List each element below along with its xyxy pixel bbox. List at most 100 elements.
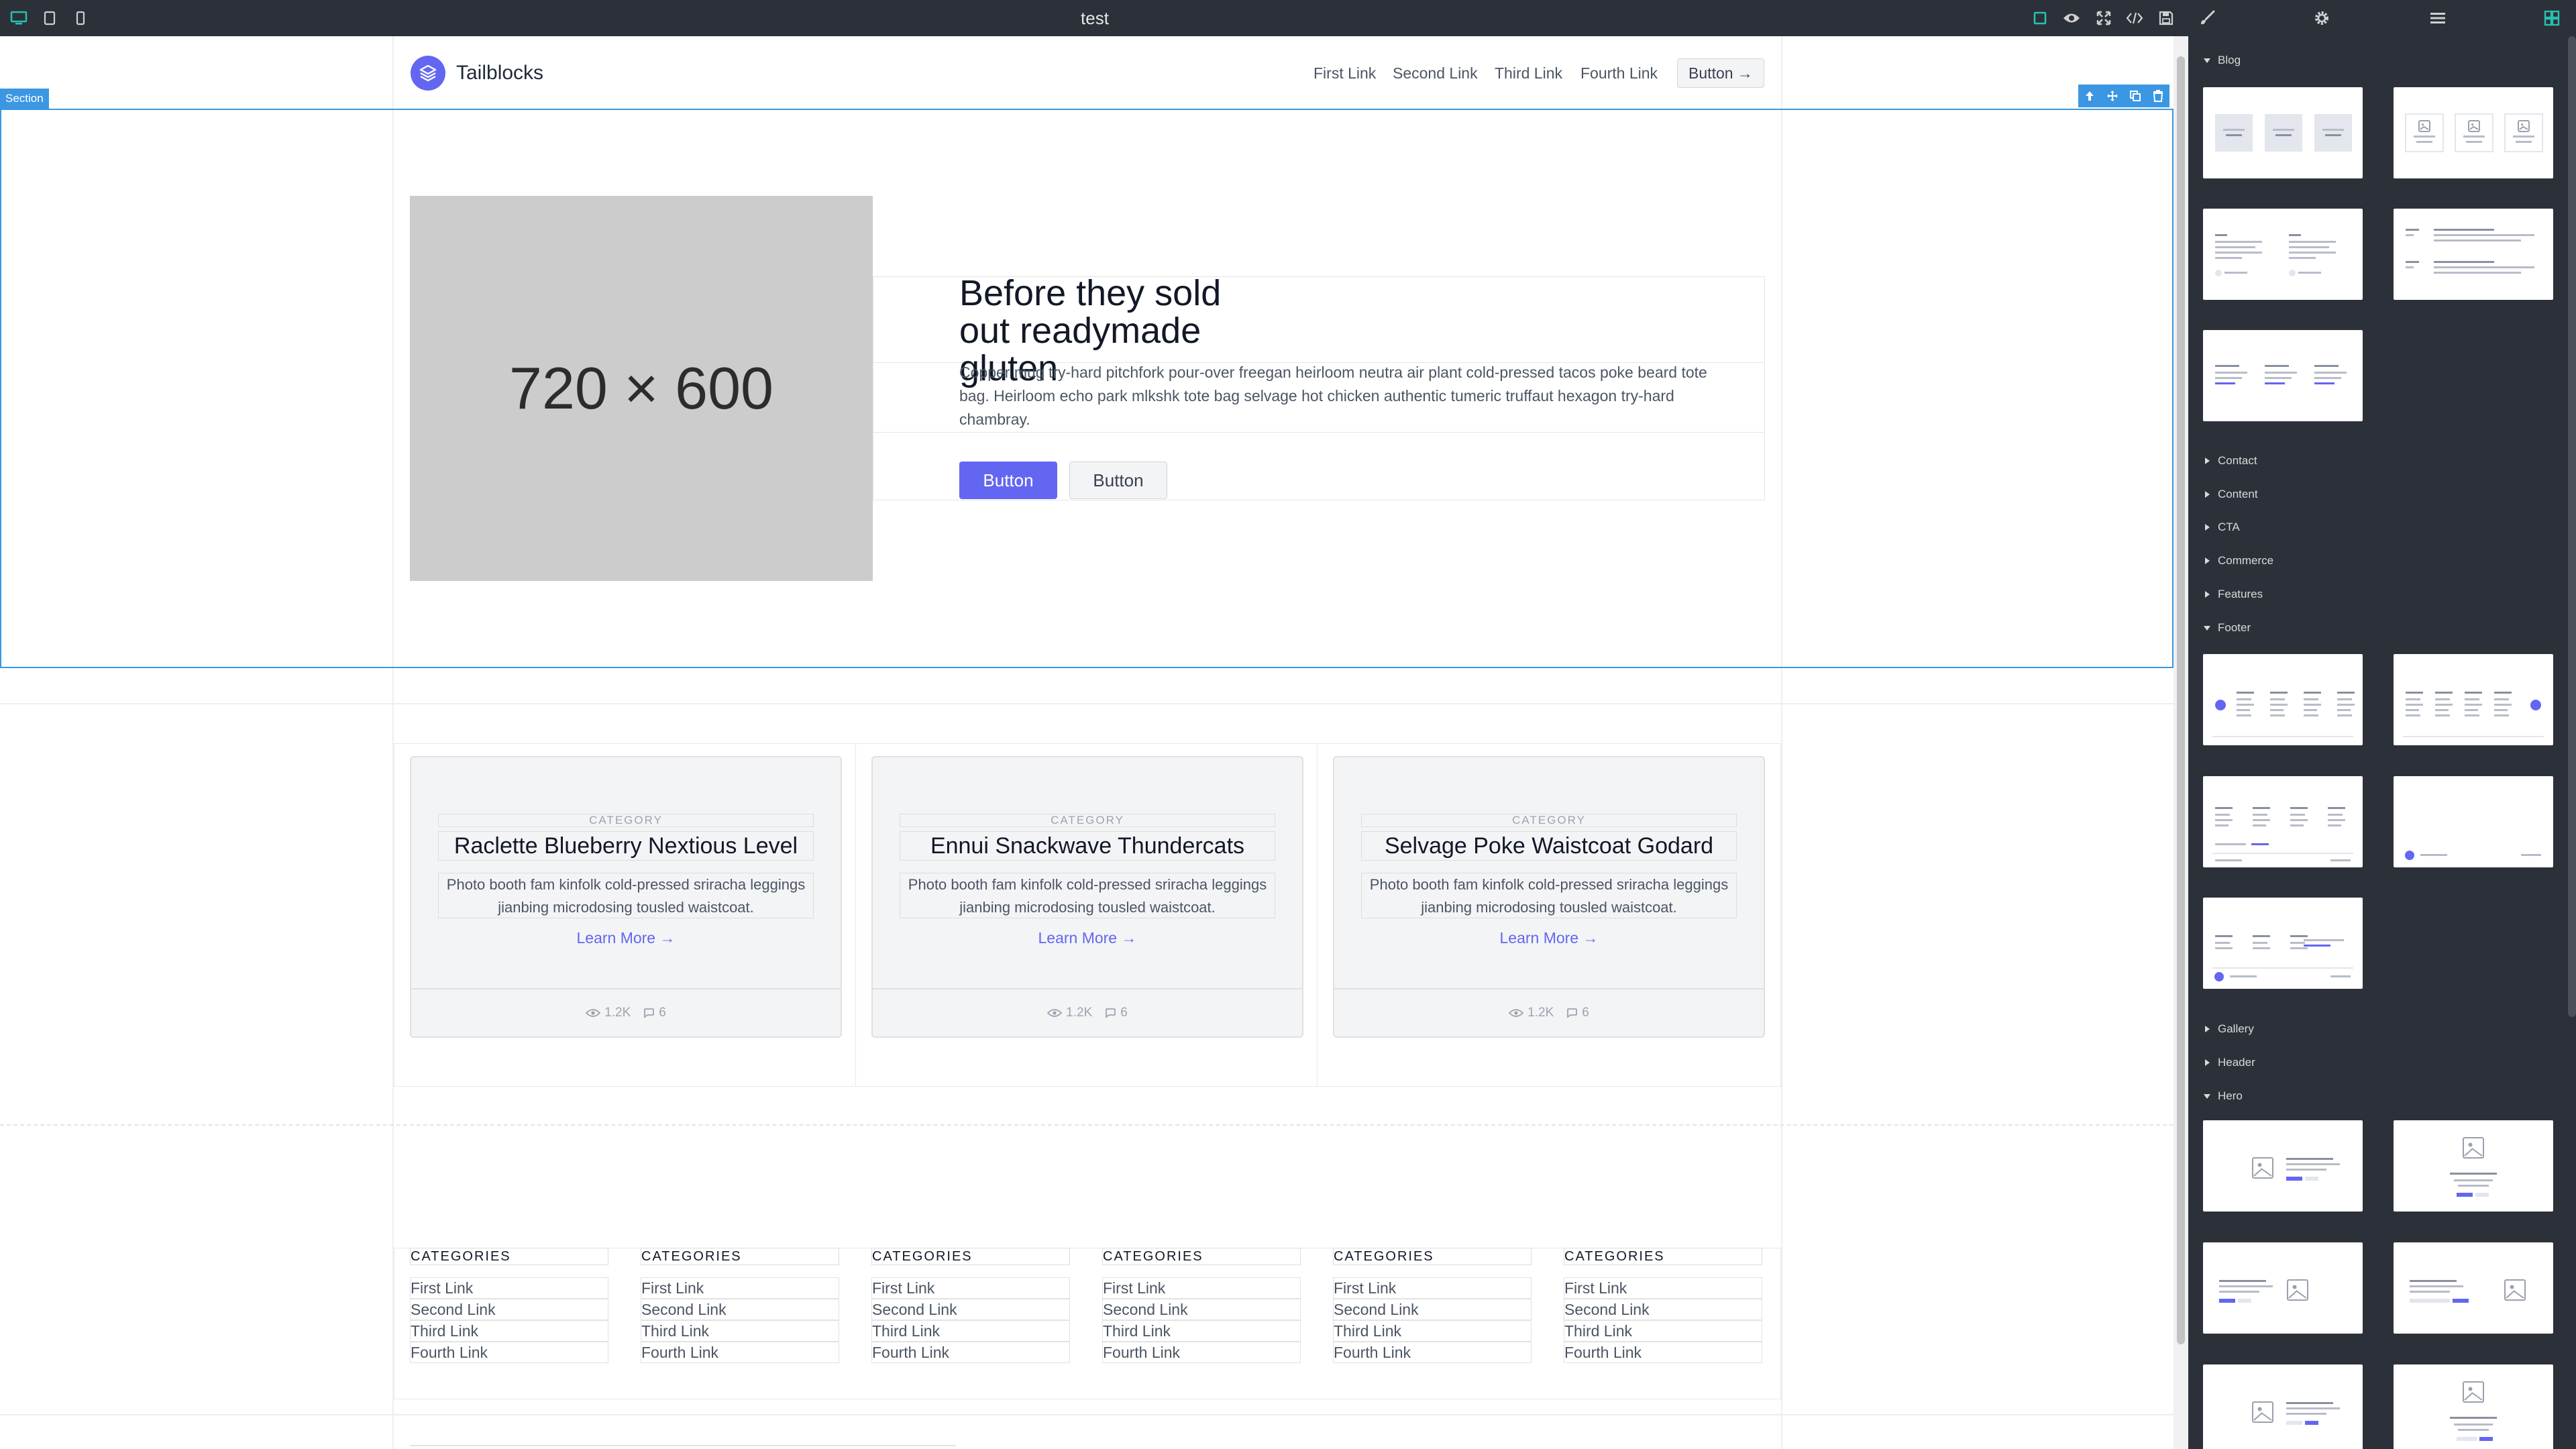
desktop-icon[interactable] — [9, 9, 28, 28]
footer-link[interactable]: First Link — [641, 1277, 839, 1299]
footer-link[interactable]: First Link — [410, 1277, 608, 1299]
editor-canvas[interactable]: Tailblocks First Link Second Link Third … — [0, 36, 2188, 1449]
block-category-commerce[interactable]: Commerce — [2203, 553, 2273, 568]
learn-more-link[interactable]: Learn More → — [411, 926, 841, 949]
footer-link[interactable]: First Link — [1333, 1277, 1532, 1299]
card-title[interactable]: Raclette Blueberry Nextious Level — [438, 831, 814, 861]
card-title[interactable]: Ennui Snackwave Thundercats — [900, 831, 1275, 861]
block-thumbnail-hero6[interactable] — [2394, 1364, 2553, 1449]
blog-card[interactable]: CATEGORY Raclette Blueberry Nextious Lev… — [410, 756, 842, 1038]
card-text[interactable]: Photo booth fam kinfolk cold-pressed sri… — [1361, 873, 1737, 918]
block-category-footer[interactable]: Footer — [2203, 621, 2251, 635]
block-thumbnail-foot5[interactable] — [2203, 898, 2363, 989]
block-category-label: Contact — [2218, 454, 2257, 467]
views-stat: 1.2K — [1047, 1006, 1092, 1020]
layers-icon[interactable] — [2428, 9, 2447, 28]
block-thumbnail-foot3[interactable] — [2203, 776, 2363, 867]
nav-link-first[interactable]: First Link — [1313, 62, 1376, 85]
outline-icon[interactable] — [2031, 9, 2049, 28]
canvas-scroll-thumb[interactable] — [2177, 56, 2185, 1344]
learn-more-link[interactable]: Learn More → — [1334, 926, 1764, 949]
canvas-scrollbar[interactable] — [2174, 36, 2188, 1449]
footer-link[interactable]: First Link — [871, 1277, 1070, 1299]
blocks-icon[interactable] — [2542, 9, 2561, 28]
footer-link[interactable]: Fourth Link — [410, 1342, 608, 1363]
mobile-icon[interactable] — [71, 9, 90, 28]
eye-icon[interactable] — [2062, 9, 2081, 28]
block-thumbnail-hero1[interactable] — [2203, 1120, 2363, 1212]
footer-link[interactable]: Second Link — [871, 1299, 1070, 1320]
blog-card[interactable]: CATEGORY Ennui Snackwave Thundercats Pho… — [871, 756, 1303, 1038]
card-text[interactable]: Photo booth fam kinfolk cold-pressed sri… — [438, 873, 814, 918]
footer-link[interactable]: Second Link — [1564, 1299, 1762, 1320]
block-thumbnail-blog2[interactable] — [2394, 87, 2553, 178]
panel-scroll-thumb[interactable] — [2568, 36, 2576, 1017]
hero-image-placeholder[interactable]: 720 × 600 — [410, 196, 873, 581]
nav-link-fourth[interactable]: Fourth Link — [1580, 62, 1658, 85]
footer-link[interactable]: Fourth Link — [871, 1342, 1070, 1363]
footer-link[interactable]: First Link — [1564, 1277, 1762, 1299]
paint-brush-icon[interactable] — [2198, 9, 2216, 28]
block-thumbnail-blog5[interactable] — [2203, 330, 2363, 421]
footer-link[interactable]: Fourth Link — [1333, 1342, 1532, 1363]
card-title[interactable]: Selvage Poke Waistcoat Godard — [1361, 831, 1737, 861]
footer-link[interactable]: Fourth Link — [641, 1342, 839, 1363]
footer-link[interactable]: Third Link — [641, 1320, 839, 1342]
brand-name[interactable]: Tailblocks — [456, 56, 543, 90]
block-thumbnail-foot4[interactable] — [2394, 776, 2553, 867]
block-thumbnail-hero5[interactable] — [2203, 1364, 2363, 1449]
block-category-cta[interactable]: CTA — [2203, 520, 2240, 535]
block-category-features[interactable]: Features — [2203, 587, 2263, 602]
footer-link[interactable]: Second Link — [410, 1299, 608, 1320]
block-category-header[interactable]: Header — [2203, 1055, 2255, 1070]
arrow-up-icon[interactable] — [2078, 85, 2101, 107]
block-thumbnail-foot1[interactable] — [2203, 654, 2363, 745]
block-category-gallery[interactable]: Gallery — [2203, 1022, 2254, 1036]
learn-more-link[interactable]: Learn More → — [873, 926, 1302, 949]
footer-link[interactable]: Third Link — [1564, 1320, 1762, 1342]
gear-icon[interactable] — [2312, 9, 2331, 28]
footer-link[interactable]: First Link — [1102, 1277, 1301, 1299]
caret-right-icon — [2205, 1026, 2210, 1032]
blog-card[interactable]: CATEGORY Selvage Poke Waistcoat Godard P… — [1333, 756, 1765, 1038]
footer-link[interactable]: Third Link — [1102, 1320, 1301, 1342]
card-text[interactable]: Photo booth fam kinfolk cold-pressed sri… — [900, 873, 1275, 918]
footer-link[interactable]: Third Link — [1333, 1320, 1532, 1342]
footer-link[interactable]: Second Link — [641, 1299, 839, 1320]
save-icon[interactable] — [2157, 9, 2176, 28]
block-category-hero[interactable]: Hero — [2203, 1089, 2243, 1104]
views-stat: 1.2K — [1509, 1006, 1554, 1020]
block-thumbnail-hero2[interactable] — [2394, 1120, 2553, 1212]
block-thumbnail-blog4[interactable] — [2394, 209, 2553, 300]
footer-link[interactable]: Third Link — [871, 1320, 1070, 1342]
block-thumbnail-foot2[interactable] — [2394, 654, 2553, 745]
block-category-blog[interactable]: Blog — [2203, 53, 2241, 68]
block-thumbnail-blog3[interactable] — [2203, 209, 2363, 300]
block-category-contact[interactable]: Contact — [2203, 453, 2257, 468]
footer-link[interactable]: Second Link — [1333, 1299, 1532, 1320]
comment-icon — [644, 1008, 655, 1018]
nav-button[interactable]: Button → — [1677, 58, 1764, 88]
footer-link[interactable]: Fourth Link — [1564, 1342, 1762, 1363]
nav-link-third[interactable]: Third Link — [1495, 62, 1562, 85]
block-thumbnail-blog1[interactable] — [2203, 87, 2363, 178]
move-icon[interactable] — [2101, 85, 2124, 107]
footer-link[interactable]: Third Link — [410, 1320, 608, 1342]
block-thumbnail-hero3[interactable] — [2203, 1242, 2363, 1334]
block-thumbnail-hero4[interactable] — [2394, 1242, 2553, 1334]
nav-link-second[interactable]: Second Link — [1393, 62, 1478, 85]
tablet-icon[interactable] — [40, 9, 59, 28]
fullscreen-icon[interactable] — [2094, 9, 2113, 28]
card-stats: 1.2K 6 — [1334, 988, 1764, 1036]
block-category-content[interactable]: Content — [2203, 487, 2258, 502]
hero-secondary-button[interactable]: Button — [1069, 462, 1167, 499]
comments-stat: 6 — [1104, 1006, 1128, 1020]
trash-icon[interactable] — [2147, 85, 2169, 107]
brand-logo-icon[interactable] — [411, 56, 445, 91]
hero-primary-button[interactable]: Button — [959, 462, 1057, 499]
footer-link[interactable]: Fourth Link — [1102, 1342, 1301, 1363]
footer-link[interactable]: Second Link — [1102, 1299, 1301, 1320]
copy-icon[interactable] — [2124, 85, 2147, 107]
code-icon[interactable] — [2125, 9, 2144, 28]
hero-description[interactable]: Copper mug try-hard pitchfork pour-over … — [959, 361, 1737, 431]
